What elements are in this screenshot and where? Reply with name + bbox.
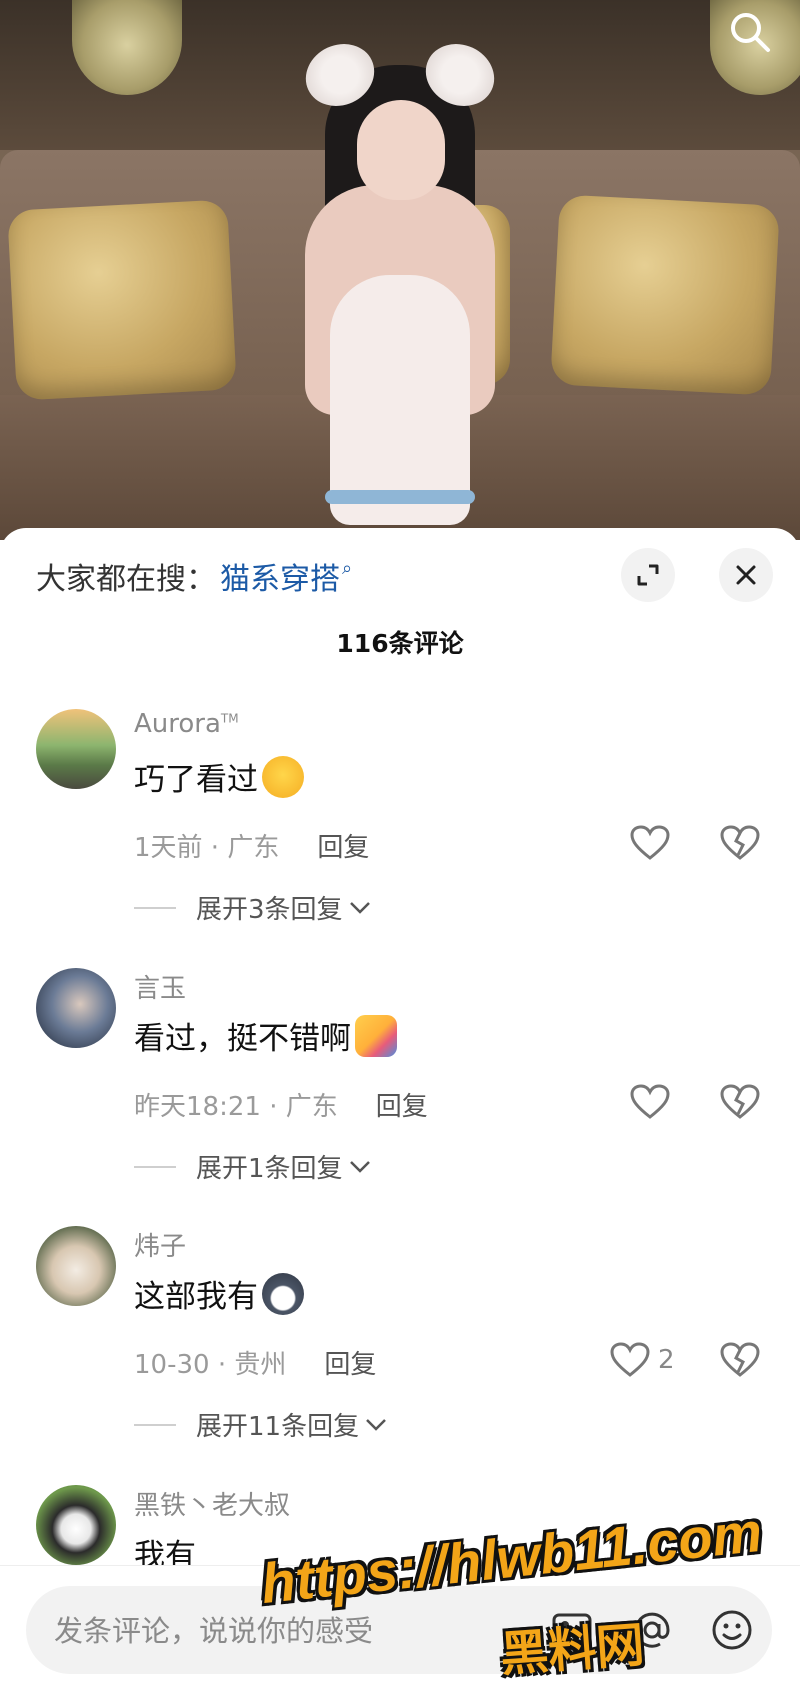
- like-button[interactable]: [630, 821, 678, 865]
- dislike-button[interactable]: [718, 821, 762, 865]
- comment-sheet: 大家都在搜： 猫系穿搭 ⌕ 116条评论 AuroraTM 巧了看过 1天前 ·…: [0, 528, 800, 1689]
- comment-count: 116条评论: [336, 629, 464, 658]
- at-icon: [634, 1612, 670, 1648]
- search-small-icon: ⌕: [342, 558, 353, 579]
- comment-input-placeholder[interactable]: 发条评论，说说你的感受: [54, 1608, 373, 1650]
- reply-button[interactable]: 回复: [324, 1344, 376, 1381]
- comment-item: 言玉 看过，挺不错啊 昨天18:21 · 广东 回复 展开1条回复: [0, 968, 800, 1208]
- comment-meta: 10-30 · 贵州 回复: [134, 1344, 376, 1381]
- comment-text: 巧了看过: [134, 754, 304, 799]
- comment-text: 看过，挺不错啊: [134, 1013, 397, 1058]
- trending-search-prefix: 大家都在搜：: [36, 562, 216, 597]
- pillow: [550, 194, 780, 396]
- dislike-button[interactable]: [718, 1080, 762, 1124]
- trending-search[interactable]: 大家都在搜： 猫系穿搭 ⌕: [36, 552, 352, 600]
- video-player[interactable]: [0, 0, 800, 540]
- avatar[interactable]: [36, 709, 116, 789]
- broken-heart-icon: [720, 1084, 760, 1119]
- like-count: 2: [658, 1345, 675, 1375]
- husky-dog-emoji: [262, 1272, 304, 1315]
- comment-meta: 昨天18:21 · 广东 回复: [134, 1086, 428, 1123]
- dislike-button[interactable]: [718, 1338, 762, 1382]
- broken-heart-icon: [720, 1342, 760, 1377]
- comment-username[interactable]: 炜子: [134, 1226, 186, 1263]
- person-figure: [295, 25, 505, 535]
- expand-replies-label: 展开3条回复: [196, 895, 343, 925]
- like-button[interactable]: 2: [610, 1338, 675, 1382]
- avatar[interactable]: [36, 968, 116, 1048]
- reply-button[interactable]: 回复: [376, 1086, 428, 1123]
- comment-time-location: 1天前 · 广东: [134, 833, 280, 863]
- smiley-icon: [712, 1610, 752, 1650]
- expand-replies[interactable]: 展开1条回复: [134, 1148, 371, 1185]
- expand-icon: [637, 564, 659, 586]
- comment-item: 炜子 这部我有 10-30 · 贵州 回复 2 展开11条回复: [0, 1226, 800, 1466]
- expand-replies[interactable]: 展开3条回复: [134, 889, 371, 926]
- comment-username[interactable]: AuroraTM: [134, 709, 239, 739]
- trending-search-term[interactable]: 猫系穿搭: [220, 554, 340, 598]
- heart-icon: [630, 1084, 670, 1119]
- comment-input[interactable]: 发条评论，说说你的感受: [26, 1586, 772, 1674]
- expand-replies-label: 展开1条回复: [196, 1154, 343, 1184]
- search-icon: [731, 13, 770, 52]
- reply-button[interactable]: 回复: [317, 827, 369, 864]
- heart-icon: [610, 1342, 650, 1377]
- expand-replies[interactable]: 展开11条回复: [134, 1406, 387, 1443]
- chevron-down-icon: [349, 901, 370, 914]
- broken-heart-icon: [720, 825, 760, 860]
- comment-meta: 1天前 · 广东 回复: [134, 827, 369, 864]
- mention-button[interactable]: [626, 1604, 678, 1656]
- comment-input-bar: 发条评论，说说你的感受: [0, 1565, 800, 1690]
- close-icon: [736, 565, 756, 585]
- chevron-down-icon: [349, 1160, 370, 1173]
- hugging-face-emoji: [355, 1014, 397, 1057]
- image-button[interactable]: [546, 1604, 598, 1656]
- blushing-face-emoji: [262, 755, 304, 798]
- comment-username[interactable]: 言玉: [134, 968, 186, 1005]
- avatar[interactable]: [36, 1485, 116, 1565]
- avatar[interactable]: [36, 1226, 116, 1306]
- heart-icon: [630, 825, 670, 860]
- image-icon: [552, 1613, 592, 1647]
- expand-replies-label: 展开11条回复: [196, 1412, 360, 1442]
- like-button[interactable]: [630, 1080, 678, 1124]
- expand-button[interactable]: [621, 548, 675, 602]
- close-button[interactable]: [719, 548, 773, 602]
- pillow: [7, 199, 237, 401]
- comment-item: AuroraTM 巧了看过 1天前 · 广东 回复 展开3条回复: [0, 709, 800, 949]
- comment-username[interactable]: 黑铁丶老大叔: [134, 1485, 290, 1522]
- comment-time-location: 昨天18:21 · 广东: [134, 1092, 338, 1122]
- emoji-button[interactable]: [706, 1604, 758, 1656]
- search-button[interactable]: [720, 2, 780, 62]
- chevron-down-icon: [366, 1418, 386, 1431]
- comment-time-location: 10-30 · 贵州: [134, 1350, 287, 1380]
- comment-text: 这部我有: [134, 1271, 304, 1316]
